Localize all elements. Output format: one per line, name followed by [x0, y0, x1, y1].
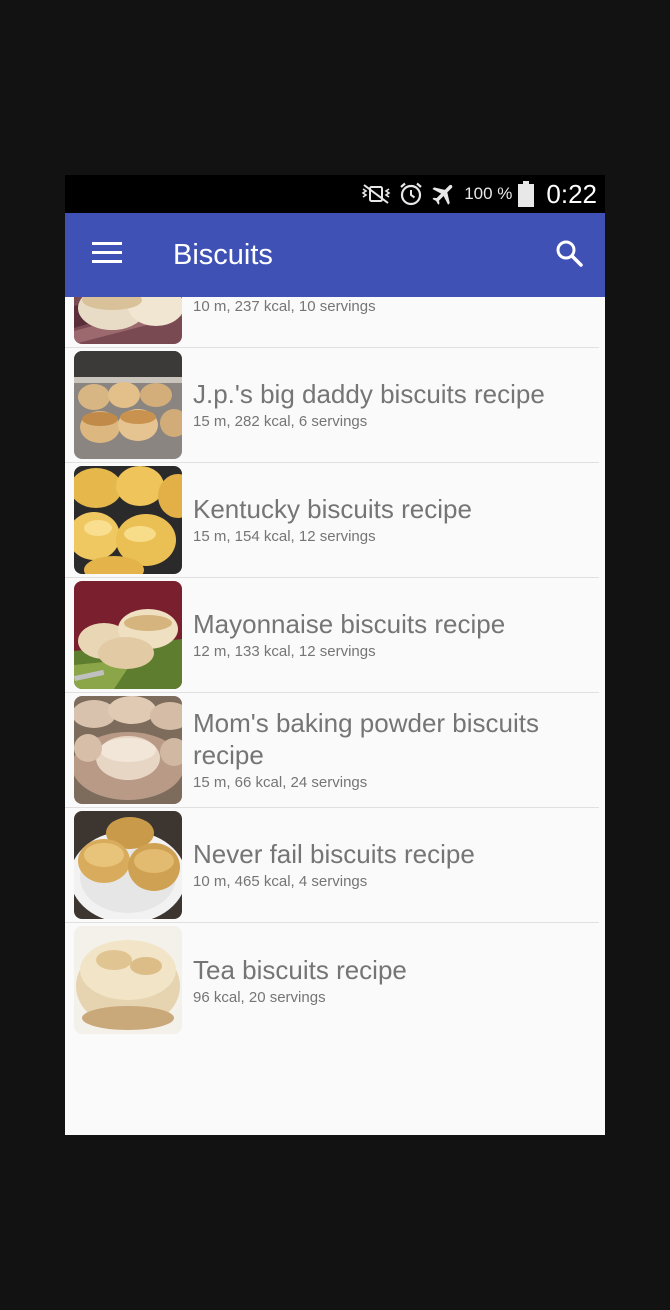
clock: 0:22	[546, 178, 597, 209]
recipe-thumbnail	[74, 351, 182, 459]
recipe-list[interactable]: recipe 10 m, 237 kcal, 10 servings	[65, 297, 605, 1135]
recipe-thumbnail	[74, 696, 182, 804]
recipe-details: 15 m, 154 kcal, 12 servings	[193, 528, 376, 545]
recipe-details: 10 m, 237 kcal, 10 servings	[193, 298, 376, 315]
status-bar: 100 % 0:22	[65, 175, 605, 213]
app-bar: Biscuits	[65, 213, 605, 297]
recipe-details: 12 m, 133 kcal, 12 servings	[193, 643, 376, 660]
status-icons: 100 % 0:22	[360, 175, 597, 213]
recipe-row[interactable]: Mom's baking powder biscuits recipe 15 m…	[65, 693, 599, 808]
recipe-title: Never fail biscuits recipe	[193, 839, 475, 869]
recipe-details: 15 m, 66 kcal, 24 servings	[193, 774, 368, 791]
hamburger-menu-icon	[92, 241, 122, 269]
recipe-row[interactable]: Never fail biscuits recipe 10 m, 465 kca…	[65, 808, 599, 923]
recipe-thumbnail	[74, 926, 182, 1034]
recipe-title: Kentucky biscuits recipe	[193, 494, 472, 524]
menu-button[interactable]	[83, 235, 131, 275]
recipe-thumbnail	[74, 581, 182, 689]
recipe-row[interactable]: recipe 10 m, 237 kcal, 10 servings	[65, 297, 599, 348]
mute-vibrate-icon	[360, 182, 392, 206]
recipe-title: Mom's baking powder biscuits recipe	[193, 708, 539, 770]
search-button[interactable]	[547, 233, 591, 277]
battery-percent: 100 %	[464, 184, 513, 203]
recipe-thumbnail	[74, 297, 182, 344]
recipe-title: Tea biscuits recipe	[193, 954, 407, 985]
recipe-thumbnail	[74, 466, 182, 574]
recipe-details: 96 kcal, 20 servings	[193, 988, 326, 1006]
recipe-row[interactable]: Kentucky biscuits recipe 15 m, 154 kcal,…	[65, 463, 599, 578]
recipe-row[interactable]: J.p.'s big daddy biscuits recipe 15 m, 2…	[65, 348, 599, 463]
recipe-title: J.p.'s big daddy biscuits recipe	[193, 379, 545, 409]
recipe-details: 15 m, 282 kcal, 6 servings	[193, 413, 368, 430]
recipe-row[interactable]: Mayonnaise biscuits recipe 12 m, 133 kca…	[65, 578, 599, 693]
battery-full-icon	[518, 181, 535, 207]
recipe-details: 10 m, 465 kcal, 4 servings	[193, 873, 368, 890]
page-title: Biscuits	[173, 239, 273, 271]
alarm-icon	[398, 181, 424, 207]
recipe-title: Mayonnaise biscuits recipe	[193, 609, 506, 639]
phone-screen: 100 % 0:22 Biscuits 10 m, 237 kcal, 10 s…	[65, 175, 605, 1135]
search-icon	[555, 239, 583, 272]
airplane-mode-icon	[430, 180, 458, 208]
recipe-thumbnail	[74, 811, 182, 919]
recipe-row[interactable]: Tea biscuits recipe 96 kcal, 20 servings	[65, 923, 599, 1038]
